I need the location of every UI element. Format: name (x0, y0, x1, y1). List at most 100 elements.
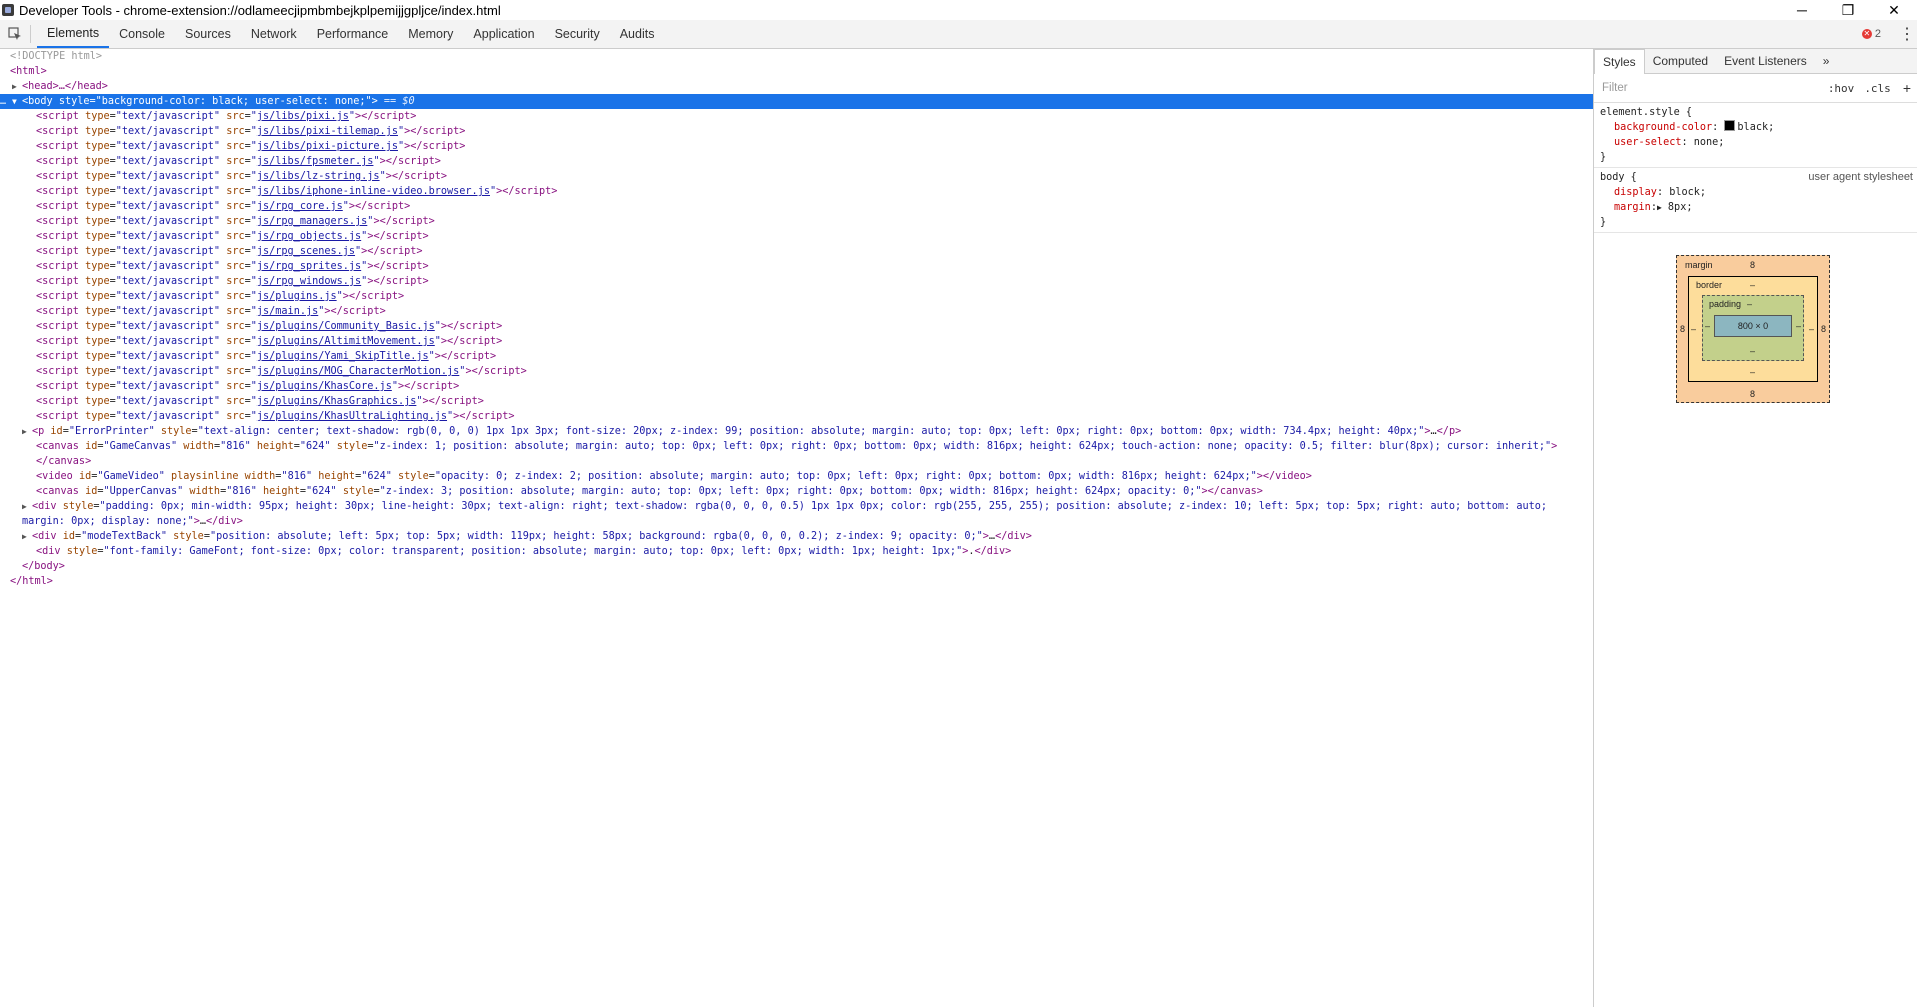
script-tag-line[interactable]: <script type="text/javascript" src="js/r… (0, 229, 1593, 244)
video-game-line[interactable]: <video id="GameVideo" playsinline width=… (0, 469, 1593, 484)
styles-filter-input[interactable] (1600, 81, 1818, 95)
script-src-link[interactable]: js/plugins/KhasGraphics.js (257, 396, 416, 407)
expand-triangle-icon[interactable]: ▶ (22, 529, 32, 544)
script-src-link[interactable]: js/libs/pixi-picture.js (257, 141, 398, 152)
script-src-link[interactable]: js/libs/lz-string.js (257, 171, 380, 182)
tab-network[interactable]: Network (241, 20, 307, 48)
body-close-line[interactable]: </body> (0, 559, 1593, 574)
script-tag-line[interactable]: <script type="text/javascript" src="js/r… (0, 214, 1593, 229)
script-src-link[interactable]: js/plugins/AltimitMovement.js (257, 336, 435, 347)
script-tag-line[interactable]: <script type="text/javascript" src="js/p… (0, 364, 1593, 379)
tab-application[interactable]: Application (463, 20, 544, 48)
html-open-line[interactable]: <html> (0, 64, 1593, 79)
tab-console[interactable]: Console (109, 20, 175, 48)
html-close-line[interactable]: </html> (0, 574, 1593, 589)
script-src-link[interactable]: js/rpg_scenes.js (257, 246, 355, 257)
script-tag-line[interactable]: <script type="text/javascript" src="js/p… (0, 289, 1593, 304)
margin-left-value[interactable]: 8 (1680, 324, 1685, 334)
close-button[interactable]: ✕ (1871, 0, 1917, 20)
hov-toggle[interactable]: :hov (1828, 82, 1855, 95)
margin-bottom-value[interactable]: 8 (1750, 389, 1755, 399)
script-src-link[interactable]: js/plugins/Community_Basic.js (257, 321, 435, 332)
script-tag-line[interactable]: <script type="text/javascript" src="js/p… (0, 379, 1593, 394)
div-fps-line[interactable]: ▶ <div style="padding: 0px; min-width: 95… (0, 499, 1593, 529)
new-style-rule-icon[interactable]: + (1903, 80, 1911, 96)
script-src-link[interactable]: js/plugins/MOG_CharacterMotion.js (257, 366, 459, 377)
doctype: <!DOCTYPE html> (10, 51, 103, 62)
collapse-triangle-icon[interactable]: ▼ (12, 94, 22, 109)
tab-performance[interactable]: Performance (307, 20, 399, 48)
tab-security[interactable]: Security (545, 20, 610, 48)
error-counter[interactable]: ✕ 2 (1861, 28, 1881, 40)
tab-sources[interactable]: Sources (175, 20, 241, 48)
css-property[interactable]: user-select: none; (1600, 135, 1911, 150)
script-tag-line[interactable]: <script type="text/javascript" src="js/m… (0, 304, 1593, 319)
tab-computed[interactable]: Computed (1645, 49, 1716, 73)
customize-menu-icon[interactable]: ⋮ (1897, 24, 1917, 44)
script-tag-line[interactable]: <script type="text/javascript" src="js/r… (0, 199, 1593, 214)
script-tag-line[interactable]: <script type="text/javascript" src="js/r… (0, 244, 1593, 259)
restore-button[interactable]: ❐ (1825, 0, 1871, 20)
box-model-margin[interactable]: margin 8 8 8 8 border – – – – padding – … (1676, 255, 1830, 403)
tag-close: > (371, 96, 378, 107)
script-src-link[interactable]: js/libs/pixi.js (257, 111, 349, 122)
script-tag-line[interactable]: <script type="text/javascript" src="js/l… (0, 154, 1593, 169)
script-tag-line[interactable]: <script type="text/javascript" src="js/p… (0, 394, 1593, 409)
script-tag-line[interactable]: <script type="text/javascript" src="js/l… (0, 184, 1593, 199)
css-property[interactable]: margin:▶ 8px; (1600, 200, 1911, 215)
script-src-link[interactable]: js/rpg_objects.js (257, 231, 361, 242)
script-tag-line[interactable]: <script type="text/javascript" src="js/l… (0, 169, 1593, 184)
script-tag-line[interactable]: <script type="text/javascript" src="js/r… (0, 259, 1593, 274)
script-src-link[interactable]: js/main.js (257, 306, 318, 317)
cls-toggle[interactable]: .cls (1864, 82, 1891, 95)
margin-right-value[interactable]: 8 (1821, 324, 1826, 334)
box-model-border[interactable]: border – – – – padding – – – – 800 × 0 (1688, 276, 1818, 382)
script-tag-line[interactable]: <script type="text/javascript" src="js/p… (0, 349, 1593, 364)
box-model-padding[interactable]: padding – – – – 800 × 0 (1702, 295, 1804, 361)
html-open-tag: <html> (10, 66, 47, 77)
expand-triangle-icon[interactable]: ▶ (12, 79, 22, 94)
inspect-element-button[interactable] (2, 21, 28, 47)
script-src-link[interactable]: js/plugins.js (257, 291, 337, 302)
tab-styles[interactable]: Styles (1594, 49, 1645, 74)
minimize-button[interactable]: ─ (1779, 0, 1825, 20)
expand-triangle-icon[interactable]: ▶ (22, 424, 32, 439)
margin-top-value[interactable]: 8 (1750, 260, 1755, 270)
script-src-link[interactable]: js/plugins/KhasUltraLighting.js (257, 411, 447, 422)
expand-triangle-icon[interactable]: ▶ (1657, 203, 1662, 212)
script-tag-line[interactable]: <script type="text/javascript" src="js/p… (0, 319, 1593, 334)
script-src-link[interactable]: js/plugins/Yami_SkipTitle.js (257, 351, 429, 362)
css-property[interactable]: background-color: black; (1600, 120, 1911, 135)
script-src-link[interactable]: js/plugins/KhasCore.js (257, 381, 392, 392)
script-tag-line[interactable]: <script type="text/javascript" src="js/l… (0, 109, 1593, 124)
script-tag-line[interactable]: <script type="text/javascript" src="js/l… (0, 139, 1593, 154)
script-src-link[interactable]: js/rpg_managers.js (257, 216, 367, 227)
box-model-content[interactable]: 800 × 0 (1714, 315, 1792, 337)
script-src-link[interactable]: js/rpg_core.js (257, 201, 343, 212)
css-property[interactable]: display: block; (1600, 185, 1911, 200)
color-swatch-icon[interactable] (1724, 120, 1736, 131)
canvas-game-line[interactable]: <canvas id="GameCanvas" width="816" heig… (0, 439, 1593, 469)
script-src-link[interactable]: js/rpg_sprites.js (257, 261, 361, 272)
tab-elements[interactable]: Elements (37, 20, 110, 48)
expand-triangle-icon[interactable]: ▶ (22, 499, 32, 514)
script-tag-line[interactable]: <script type="text/javascript" src="js/l… (0, 124, 1593, 139)
script-src-link[interactable]: js/libs/pixi-tilemap.js (257, 126, 398, 137)
script-src-link[interactable]: js/libs/iphone-inline-video.browser.js (257, 186, 490, 197)
body-line-selected[interactable]: … ▼ <body style="background-color: black; … (0, 94, 1593, 109)
tab-audits[interactable]: Audits (610, 20, 665, 48)
more-tabs-icon[interactable]: » (1815, 49, 1838, 73)
div-font-line[interactable]: <div style="font-family: GameFont; font-… (0, 544, 1593, 559)
canvas-upper-line[interactable]: <canvas id="UpperCanvas" width="816" hei… (0, 484, 1593, 499)
tab-event-listeners[interactable]: Event Listeners (1716, 49, 1815, 73)
script-tag-line[interactable]: <script type="text/javascript" src="js/p… (0, 334, 1593, 349)
script-src-link[interactable]: js/libs/fpsmeter.js (257, 156, 374, 167)
tab-memory[interactable]: Memory (398, 20, 463, 48)
p-error-printer-line[interactable]: ▶ <p id="ErrorPrinter" style="text-align:… (0, 424, 1593, 439)
div-mode-line[interactable]: ▶ <div id="modeTextBack" style="position:… (0, 529, 1593, 544)
script-tag-line[interactable]: <script type="text/javascript" src="js/p… (0, 409, 1593, 424)
script-tag-line[interactable]: <script type="text/javascript" src="js/r… (0, 274, 1593, 289)
doctype-line[interactable]: <!DOCTYPE html> (0, 49, 1593, 64)
head-line[interactable]: ▶ <head>…</head> (0, 79, 1593, 94)
script-src-link[interactable]: js/rpg_windows.js (257, 276, 361, 287)
